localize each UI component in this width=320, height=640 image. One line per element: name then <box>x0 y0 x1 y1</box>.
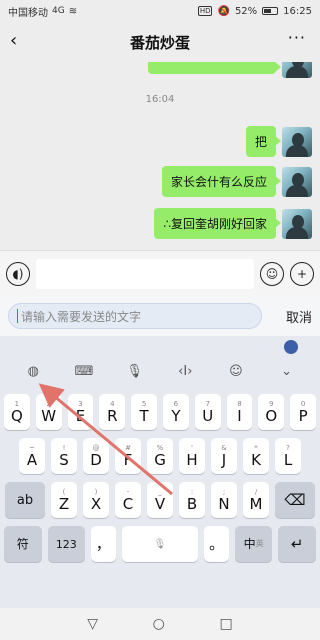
nav-back-icon[interactable]: ▽ <box>87 616 98 632</box>
key-u[interactable]: 7U <box>194 394 221 430</box>
signal-label: 4G <box>52 6 65 16</box>
enter-key[interactable]: ↵ <box>278 526 316 562</box>
message-bubble-partial <box>148 62 281 74</box>
avatar[interactable] <box>282 208 312 239</box>
avatar <box>282 62 312 78</box>
message-row: 家长会什有么反应 <box>161 166 312 197</box>
key-y[interactable]: 6Y <box>163 394 189 430</box>
mic-icon: 🎙 <box>153 538 167 550</box>
chat-title: 番茄炒蛋 <box>129 33 190 52</box>
backspace-icon: ⌫ <box>284 490 306 509</box>
key-v[interactable]: _ V <box>147 482 173 518</box>
keyboard: ◍ ⌨ 🎙 ‹I› ☺ ⌄ 1Q 2W 3E 4R 5T 6Y 7U 8I 9O… <box>0 336 320 608</box>
avatar[interactable] <box>282 166 312 197</box>
key-b[interactable]: :B <box>179 482 205 518</box>
key-s[interactable]: ! S <box>51 438 77 474</box>
enter-icon: ↵ <box>290 534 304 553</box>
chevron-left-icon[interactable]: ‹ <box>10 30 17 51</box>
wifi-icon: ≋ <box>68 5 78 17</box>
key-j[interactable]: & J <box>211 438 237 474</box>
nav-home-icon[interactable]: ○ <box>153 616 165 632</box>
voice-icon[interactable]: ◖) <box>6 261 30 286</box>
send-text-placeholder: 请输入需要发送的文字 <box>21 309 142 324</box>
key-q[interactable]: 1Q <box>4 394 30 430</box>
send-text-row: 请输入需要发送的文字 取消 <box>0 296 320 336</box>
avatar[interactable] <box>282 126 312 157</box>
keyboard-icon[interactable]: ⌨ <box>72 364 96 379</box>
key-c[interactable]: -C <box>115 482 141 518</box>
emoji-icon[interactable]: ☺ <box>260 261 284 286</box>
message-partial <box>148 62 312 78</box>
chat-header: ‹ 番茄炒蛋 ··· <box>0 22 320 62</box>
comma-key[interactable]: ， <box>91 526 116 562</box>
message-bubble[interactable]: 把 <box>245 126 282 157</box>
key-f[interactable]: # F <box>115 438 141 474</box>
message-input[interactable] <box>36 258 254 289</box>
nav-recent-icon[interactable]: □ <box>219 616 232 632</box>
delete-key[interactable]: ⌫ <box>275 482 315 518</box>
mic-icon[interactable]: 🎙 <box>123 364 147 379</box>
key-h[interactable]: ' H <box>179 438 205 474</box>
language-key[interactable]: 中英 <box>234 526 273 562</box>
key-g[interactable]: % G <box>147 438 173 474</box>
assistant-logo-icon[interactable] <box>284 340 298 354</box>
chat-input-bar: ◖) ☺ + <box>0 250 320 296</box>
space-key[interactable]: 🎙 <box>121 526 199 562</box>
symbol-key[interactable]: 符 <box>4 526 42 562</box>
key-row-3: ab (Z ) X -C _ V :B ; N / M ⌫ <box>0 482 320 518</box>
cursor-move-icon[interactable]: ‹I› <box>173 364 197 379</box>
key-k[interactable]: * K <box>243 438 269 474</box>
status-bar: 中国移动 4G ≋ HD 🔕 52% 16:25 <box>0 0 320 22</box>
send-text-input[interactable]: 请输入需要发送的文字 <box>8 303 262 329</box>
emoji-icon[interactable]: ☺ <box>224 364 248 379</box>
mute-icon: 🔕 <box>217 5 230 17</box>
timestamp: 16:04 <box>145 94 175 105</box>
text-caret <box>17 309 18 323</box>
translate-icon[interactable]: ◍ <box>21 364 45 379</box>
key-x[interactable]: ) X <box>83 482 109 518</box>
collapse-icon[interactable]: ⌄ <box>275 364 299 379</box>
key-t[interactable]: 5T <box>131 394 157 430</box>
key-n[interactable]: ; N <box>211 482 237 518</box>
key-w[interactable]: 2W <box>35 394 62 430</box>
system-nav-bar: ▽ ○ □ <box>0 608 320 640</box>
key-e[interactable]: 3E <box>67 394 94 430</box>
hd-badge: HD <box>197 6 213 16</box>
number-key[interactable]: 123 <box>47 526 86 562</box>
key-row-2: ~ A ! S @ D # F % G ' H & J * K ? L <box>0 438 320 474</box>
key-a[interactable]: ~ A <box>19 438 45 474</box>
battery-percent: 52% <box>234 5 258 17</box>
key-r[interactable]: 4R <box>99 394 126 430</box>
key-row-4: 符 123 ， 🎙 。 中英 ↵ <box>0 526 320 562</box>
plus-icon[interactable]: + <box>290 261 314 286</box>
ab-key[interactable]: ab <box>5 482 45 518</box>
key-row-1: 1Q 2W 3E 4R 5T 6Y 7U 8I 9O 0P <box>0 394 320 430</box>
clock: 16:25 <box>283 5 312 17</box>
more-dots-icon[interactable]: ··· <box>288 28 306 47</box>
battery-icon <box>262 7 279 15</box>
message-row: ∴复回奎胡刚好回家 <box>154 208 312 239</box>
key-z[interactable]: (Z <box>51 482 77 518</box>
chat-area: 16:04 把 家长会什有么反应 ∴复回奎胡刚好回家 <box>0 62 320 250</box>
key-p[interactable]: 0P <box>290 394 316 430</box>
keyboard-toolbar: ◍ ⌨ 🎙 ‹I› ☺ ⌄ <box>0 356 320 386</box>
cancel-button[interactable]: 取消 <box>286 307 312 326</box>
key-l[interactable]: ? L <box>275 438 301 474</box>
keyboard-top <box>0 336 320 356</box>
carrier-label: 中国移动 <box>8 7 48 19</box>
key-d[interactable]: @ D <box>83 438 109 474</box>
message-bubble[interactable]: ∴复回奎胡刚好回家 <box>154 208 281 239</box>
key-i[interactable]: 8I <box>226 394 253 430</box>
period-key[interactable]: 。 <box>204 526 229 562</box>
message-bubble[interactable]: 家长会什有么反应 <box>161 166 282 197</box>
key-o[interactable]: 9O <box>258 394 285 430</box>
message-row: 把 <box>245 126 312 157</box>
key-m[interactable]: / M <box>243 482 269 518</box>
